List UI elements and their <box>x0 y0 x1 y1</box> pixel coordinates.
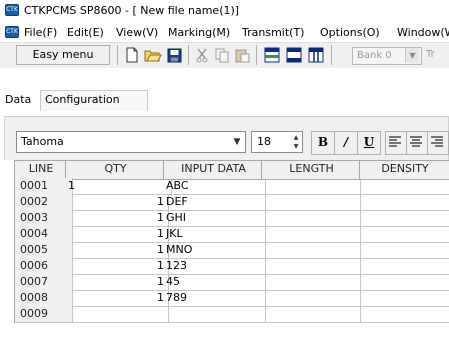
length-cell[interactable] <box>261 226 361 243</box>
qty-cell[interactable]: 1 <box>65 274 169 291</box>
font-select[interactable]: Tahoma <box>16 131 246 153</box>
toolbar-separator <box>256 45 257 65</box>
density-cell[interactable] <box>359 178 449 195</box>
input-data-cell[interactable]: MNO <box>163 242 266 259</box>
menu-view[interactable]: View(V) <box>116 26 158 39</box>
length-cell[interactable] <box>261 274 361 291</box>
density-cell[interactable] <box>359 274 449 291</box>
toolbar-tr-label: Tr <box>426 49 435 60</box>
qty-cell[interactable]: 1 <box>65 210 169 227</box>
menu-marking[interactable]: Marking(M) <box>168 26 230 39</box>
qty-cell[interactable]: 1 <box>65 258 169 275</box>
title-bar: CTK CTKPCMS SP8600 - [ New file name(1)] <box>0 0 449 22</box>
toolbar-separator <box>188 45 189 65</box>
document-icon[interactable]: CTK <box>5 26 19 38</box>
input-data-cell[interactable]: GHI <box>163 210 266 227</box>
layout-rows-icon[interactable] <box>262 45 282 65</box>
toolbar-separator <box>331 45 332 65</box>
menu-window[interactable]: Window(W) <box>397 26 449 39</box>
layout-columns-icon[interactable] <box>306 45 326 65</box>
align-left-icon[interactable] <box>385 131 407 155</box>
menu-file[interactable]: File(F) <box>24 26 57 39</box>
input-data-cell[interactable]: DEF <box>163 194 266 211</box>
qty-cell[interactable] <box>65 306 169 323</box>
qty-cell[interactable]: 1 <box>65 226 169 243</box>
qty-cell[interactable]: 1 <box>65 194 169 211</box>
input-data-cell[interactable]: ABC <box>163 178 266 195</box>
density-cell[interactable] <box>359 242 449 259</box>
input-data-cell[interactable]: JKL <box>163 226 266 243</box>
tab-bar: Data Configuration <box>0 90 449 111</box>
length-cell[interactable] <box>261 306 361 323</box>
length-cell[interactable] <box>261 290 361 307</box>
length-cell[interactable] <box>261 178 361 195</box>
easy-menu-button[interactable]: Easy menu <box>16 45 110 65</box>
density-cell[interactable] <box>359 194 449 211</box>
input-data-cell[interactable]: 45 <box>163 274 266 291</box>
tab-configuration[interactable]: Configuration <box>40 90 148 111</box>
layout-bars-icon[interactable] <box>284 45 304 65</box>
qty-cell[interactable]: 1 <box>65 178 172 195</box>
input-data-cell[interactable] <box>163 306 266 323</box>
density-cell[interactable] <box>359 306 449 323</box>
column-header-input-data[interactable]: INPUT DATA <box>163 160 264 180</box>
chevron-down-icon[interactable]: ▼ <box>230 133 244 151</box>
density-cell[interactable] <box>359 290 449 307</box>
paste-icon[interactable] <box>232 45 252 65</box>
align-center-icon[interactable] <box>406 131 428 155</box>
input-data-cell[interactable]: 123 <box>163 258 266 275</box>
qty-cell[interactable]: 1 <box>65 290 169 307</box>
column-header-density[interactable]: DENSITY <box>359 160 449 180</box>
density-cell[interactable] <box>359 210 449 227</box>
app-icon: CTK <box>5 4 19 16</box>
italic-button[interactable]: / <box>334 131 358 155</box>
menu-bar: CTK File(F) Edit(E) View(V) Marking(M) T… <box>0 22 449 42</box>
density-cell[interactable] <box>359 258 449 275</box>
align-right-icon[interactable] <box>427 131 449 155</box>
menu-edit[interactable]: Edit(E) <box>67 26 104 39</box>
new-file-icon[interactable] <box>122 45 142 65</box>
toolbar-separator <box>117 45 118 65</box>
length-cell[interactable] <box>261 210 361 227</box>
open-folder-icon[interactable] <box>143 45 163 65</box>
underline-button[interactable]: U <box>357 131 381 155</box>
length-cell[interactable] <box>261 194 361 211</box>
column-header-line[interactable]: LINE <box>14 160 68 180</box>
save-icon[interactable] <box>164 45 184 65</box>
chevron-down-icon[interactable]: ▼ <box>405 48 419 63</box>
density-cell[interactable] <box>359 226 449 243</box>
menu-options[interactable]: Options(O) <box>320 26 380 39</box>
qty-cell[interactable]: 1 <box>65 242 169 259</box>
spinner-arrows-icon[interactable]: ▲ ▼ <box>290 133 302 151</box>
copy-icon[interactable] <box>212 45 232 65</box>
length-cell[interactable] <box>261 242 361 259</box>
column-header-qty[interactable]: QTY <box>65 160 166 180</box>
bold-button[interactable]: B <box>311 131 335 155</box>
length-cell[interactable] <box>261 258 361 275</box>
cut-icon[interactable] <box>192 45 212 65</box>
column-header-length[interactable]: LENGTH <box>261 160 362 180</box>
input-data-cell[interactable]: 789 <box>163 290 266 307</box>
menu-transmit[interactable]: Transmit(T) <box>242 26 304 39</box>
window-title: CTKPCMS SP8600 - [ New file name(1)] <box>24 4 240 17</box>
